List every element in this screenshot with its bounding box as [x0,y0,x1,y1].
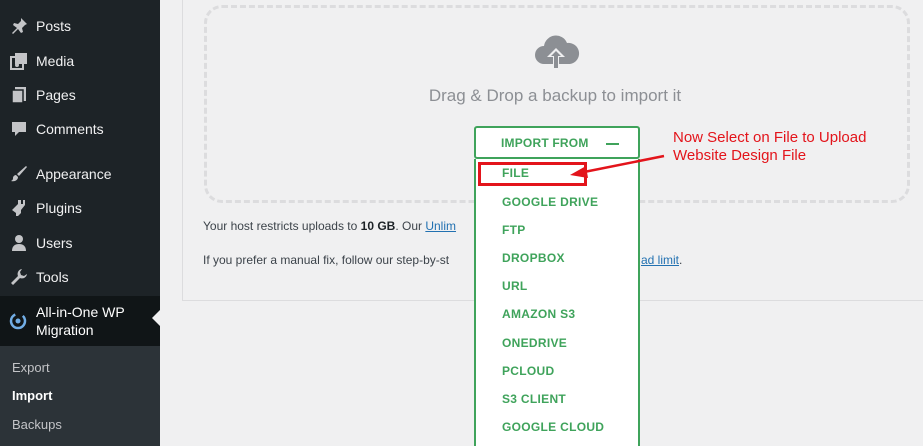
import-option-url[interactable]: URL [502,279,528,293]
migration-icon [0,312,36,330]
import-option-dropbox[interactable]: DROPBOX [502,251,565,265]
comment-icon [0,120,36,138]
sidebar-item-comments[interactable]: Comments [0,112,160,146]
sidebar-item-label: Users [36,235,73,251]
host-restriction-text: Your host restricts uploads to 10 GB. Ou… [203,219,456,233]
sidebar-item-label: All-in-One WP Migration [36,303,125,339]
pages-icon [0,86,36,104]
migration-label-line2: Migration [36,322,94,338]
annotation-line2: Website Design File [673,147,807,164]
import-option-onedrive[interactable]: ONEDRIVE [502,336,567,350]
host-text-mid: . Our [395,219,426,233]
sidebar-item-posts[interactable]: Posts [0,9,160,43]
import-option-google-cloud[interactable]: GOOGLE CLOUD [502,420,604,434]
user-icon [0,234,36,252]
sidebar-item-label: Tools [36,269,69,285]
unlimited-link[interactable]: Unlim [425,219,456,233]
sidebar-item-label: Media [36,53,75,69]
sidebar-item-label: Appearance [36,166,112,182]
submenu-backups[interactable]: Backups [12,417,62,432]
manual-fix-text: If you prefer a manual fix, follow our s… [203,253,450,267]
annotation-line1: Now Select on File to Upload [673,129,867,146]
sidebar-item-label: Pages [36,87,76,103]
sidebar-item-media[interactable]: Media [0,44,160,78]
import-option-s3-client[interactable]: S3 CLIENT [502,392,566,406]
cloud-upload-icon [532,34,582,79]
sidebar-item-plugins[interactable]: Plugins [0,191,160,225]
import-option-ftp[interactable]: FTP [502,223,526,237]
brush-icon [0,165,36,183]
sidebar-item-label: Posts [36,18,72,34]
import-from-label: IMPORT FROM [501,135,589,150]
annotation-arrow [570,154,665,178]
sidebar-item-tools[interactable]: Tools [0,260,160,294]
active-menu-pointer [152,310,160,326]
sidebar-item-appearance[interactable]: Appearance [0,157,160,191]
sidebar-item-label: Plugins [36,200,82,216]
import-option-amazon-s3[interactable]: AMAZON S3 [502,307,575,321]
migration-submenu: Export Import Backups [0,346,160,446]
media-icon [0,52,36,70]
sidebar-item-all-in-one-wp-migration[interactable]: All-in-One WP Migration [0,296,160,346]
pin-icon [0,17,36,35]
sidebar-item-pages[interactable]: Pages [0,78,160,112]
manual-fix-period: . [679,253,683,267]
import-option-google-drive[interactable]: GOOGLE DRIVE [502,195,598,209]
annotation-note: Now Select on File to Upload Website Des… [673,129,866,165]
submenu-import[interactable]: Import [12,388,52,403]
manual-fix-tail: ad limit. [641,253,682,267]
sidebar-item-label: Comments [36,121,104,137]
admin-sidebar: Posts Media Pages Comments Appearance Pl… [0,0,160,446]
sidebar-item-users[interactable]: Users [0,226,160,260]
plugin-icon [0,199,36,217]
migration-label-line1: All-in-One WP [36,304,125,320]
drag-drop-text: Drag & Drop a backup to import it [428,86,682,105]
import-option-pcloud[interactable]: PCLOUD [502,364,554,378]
upload-limit-link[interactable]: ad limit [641,253,679,267]
import-source-dropdown: FILE GOOGLE DRIVE FTP DROPBOX URL AMAZON… [474,159,640,446]
wrench-icon [0,268,36,286]
submenu-export[interactable]: Export [12,360,50,375]
host-text-prefix: Your host restricts uploads to [203,219,361,233]
host-size: 10 GB [360,219,396,233]
minus-icon [606,143,619,145]
